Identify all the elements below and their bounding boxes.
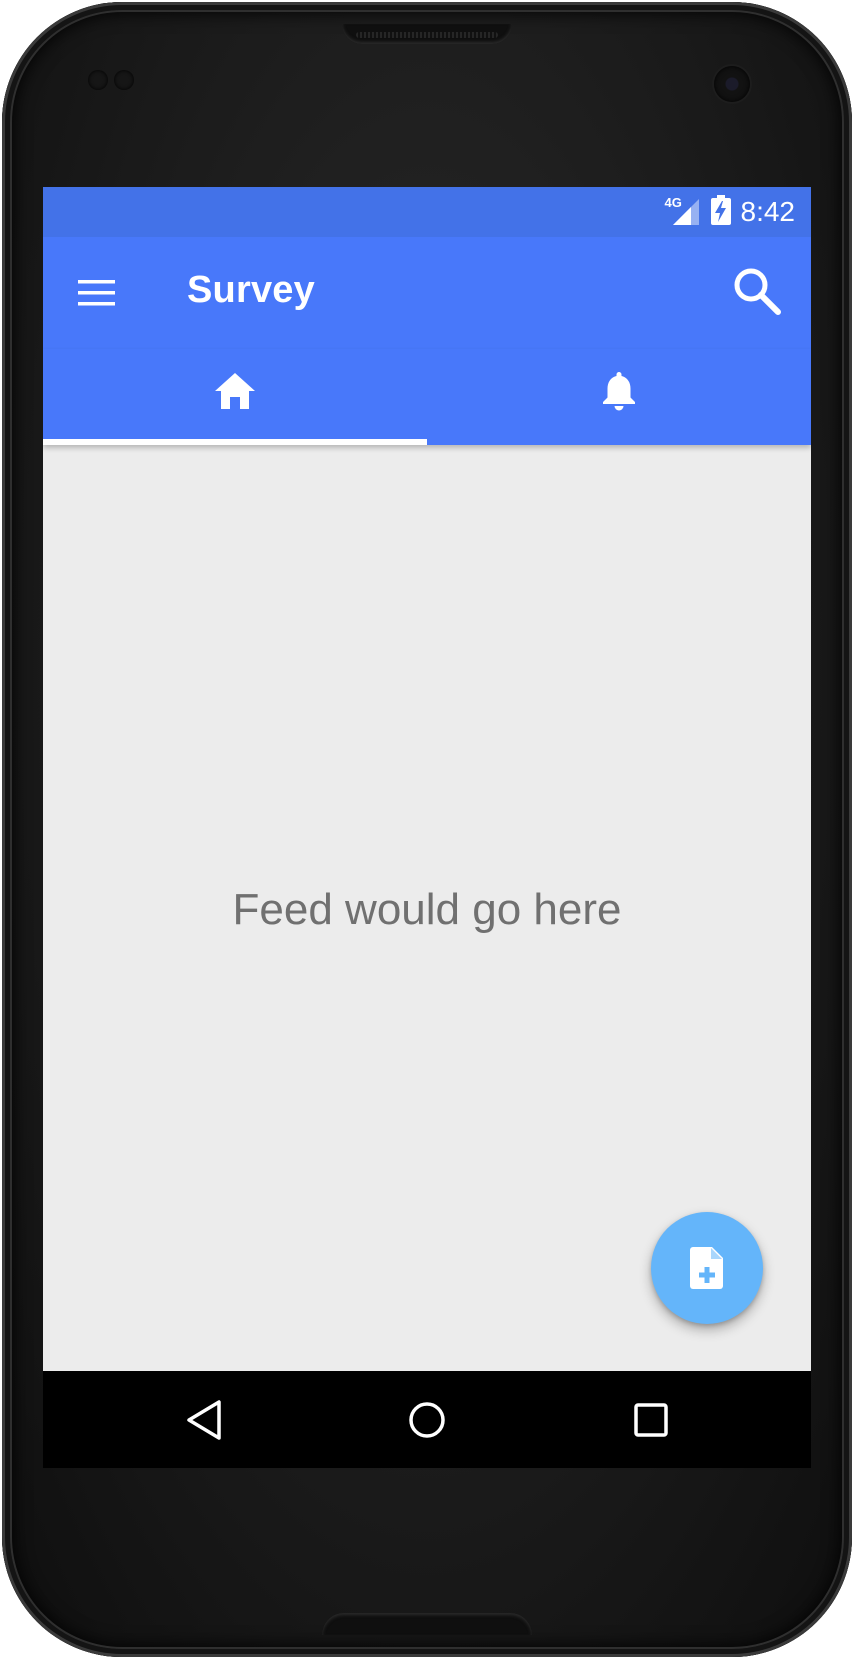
app-bar: Survey	[43, 237, 811, 349]
status-time: 8:42	[740, 196, 796, 227]
system-nav-bar	[43, 1371, 811, 1468]
bottom-speaker-grille	[322, 1613, 532, 1635]
nav-recents-button[interactable]	[611, 1385, 691, 1455]
feed-placeholder-text: Feed would go here	[232, 885, 622, 934]
battery-charging-icon	[710, 194, 731, 230]
recents-icon	[634, 1403, 668, 1437]
new-survey-fab[interactable]	[651, 1212, 763, 1324]
light-sensor	[114, 70, 134, 90]
bell-icon	[603, 372, 635, 411]
signal-icon: 4G	[665, 195, 701, 227]
back-icon	[187, 1400, 221, 1440]
tab-notifications[interactable]	[427, 349, 811, 445]
tab-bar	[43, 349, 811, 445]
search-icon	[734, 268, 781, 315]
top-speaker-grille	[342, 24, 512, 44]
note-add-icon	[690, 1247, 723, 1289]
home-circle-icon	[409, 1402, 445, 1438]
status-icons: 4G 8:42	[665, 187, 796, 237]
menu-icon	[78, 280, 115, 306]
device-screen: 4G 8:42 Survey Feed would go here	[43, 187, 811, 1468]
nav-home-button[interactable]	[387, 1385, 467, 1455]
proximity-sensor	[88, 70, 108, 90]
tab-home[interactable]	[43, 349, 427, 445]
status-bar: 4G 8:42	[43, 187, 811, 237]
menu-button[interactable]	[77, 273, 117, 313]
front-camera	[714, 66, 750, 102]
app-title: Survey	[187, 269, 315, 311]
nav-back-button[interactable]	[165, 1385, 245, 1455]
home-icon	[215, 373, 255, 409]
search-button[interactable]	[731, 265, 783, 317]
